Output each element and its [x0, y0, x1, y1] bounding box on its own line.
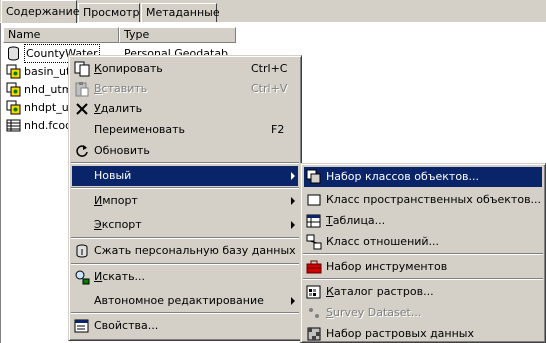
mnemonic: К [326, 285, 334, 298]
feature-class-icon [307, 194, 321, 206]
tab-strip: Содержание Просмотр Метаданные [0, 0, 546, 23]
submenu-item-feature-dataset[interactable]: Набор классов объектов... [304, 167, 542, 187]
properties-icon [74, 319, 89, 333]
submenu-item-toolbox[interactable]: Набор инструментов [304, 257, 542, 277]
submenu-item-raster-dataset[interactable]: Набор растровых данных [304, 324, 542, 343]
raster-dataset-icon [307, 327, 321, 341]
submenu-item-feature-class[interactable]: Класс пространственных объектов... [304, 190, 542, 210]
arccatalog-window: Содержание Просмотр Метаданные Name Type… [0, 0, 546, 343]
menu-item-compact-database[interactable]: Сжать персональную базу данных [72, 241, 298, 261]
menu-item-label: мпорт [102, 194, 138, 207]
menu-item-label: кспорт [101, 218, 142, 231]
menu-separator [303, 253, 543, 255]
menu-item-refresh[interactable]: Обновить [72, 141, 298, 161]
menu-item-properties[interactable]: Свойства... [72, 316, 298, 336]
menu-item-label: аталог растров... [333, 285, 434, 298]
menu-item-search[interactable]: Искать... [72, 267, 298, 287]
tab-contents[interactable]: Содержание [1, 0, 80, 23]
menu-item-label: Класс пространственных объектов... [326, 193, 542, 206]
menu-item-label: далить [100, 102, 143, 115]
menu-item-label: скать... [102, 270, 146, 283]
tab-metadata[interactable]: Метаданные [141, 3, 220, 22]
menu-item-export[interactable]: Экспорт [72, 215, 298, 235]
menu-item-label: Свойства... [94, 319, 159, 332]
menu-item-label: Набор инструментов [326, 260, 448, 273]
submenu-item-raster-catalog[interactable]: Каталог растров... [304, 282, 542, 302]
menu-separator [71, 162, 299, 164]
submenu-arrow-icon [291, 172, 295, 180]
shortcut-label: Ctrl+V [251, 82, 288, 95]
mnemonic: И [94, 270, 103, 283]
shortcut-label: Ctrl+C [251, 62, 288, 75]
feature-dataset-icon [6, 100, 21, 115]
menu-item-import[interactable]: Импорт [72, 191, 298, 211]
mnemonic: К [94, 62, 102, 75]
menu-item-label: ставить [101, 82, 148, 95]
refresh-icon [76, 145, 88, 157]
menu-item-label: Класс отношений... [326, 235, 440, 248]
menu-item-label: Набор классов объектов... [326, 170, 480, 183]
menu-item-delete[interactable]: Удалить [72, 99, 298, 119]
mnemonic: Т [326, 214, 333, 227]
item-name: nhd_utm [24, 83, 73, 96]
mnemonic: Э [94, 218, 102, 231]
submenu-arrow-icon [291, 197, 295, 205]
submenu-new: Набор классов объектов... Класс простран… [300, 163, 546, 343]
shortcut-label: F2 [271, 123, 285, 136]
menu-item-offline-editing[interactable]: Автономное редактирование [72, 291, 298, 311]
menu-item-new[interactable]: Новый [72, 166, 298, 186]
menu-item-label: Сжать персональную базу данных [94, 244, 296, 257]
table-icon [6, 119, 21, 132]
menu-item-label: Обновить [94, 144, 150, 157]
menu-separator [71, 312, 299, 314]
column-header-type[interactable]: Type [119, 27, 236, 43]
mnemonic: И [94, 194, 103, 207]
submenu-arrow-icon [291, 221, 295, 229]
mnemonic: В [94, 82, 102, 95]
menu-item-rename[interactable]: Переименовать F2 [72, 120, 298, 140]
mnemonic: У [94, 102, 101, 115]
menu-separator [71, 237, 299, 239]
table-icon [306, 214, 321, 228]
raster-catalog-icon [306, 285, 321, 299]
menu-item-label: аблица... [332, 214, 386, 227]
menu-separator [71, 187, 299, 189]
geodatabase-icon [8, 46, 19, 61]
delete-icon [76, 103, 88, 115]
menu-item-copy[interactable]: Копировать Ctrl+C [72, 59, 298, 79]
feature-dataset-icon [6, 64, 21, 79]
column-header-name[interactable]: Name [3, 27, 119, 43]
menu-separator [71, 263, 299, 265]
submenu-item-survey-dataset[interactable]: Survey Dataset... [304, 303, 542, 323]
menu-item-label: Новый [94, 169, 132, 182]
compact-database-icon [76, 244, 88, 258]
relationship-class-icon [306, 234, 322, 250]
search-icon [75, 270, 90, 285]
mnemonic: S [326, 306, 333, 319]
paste-icon [75, 82, 89, 97]
copy-icon [74, 61, 90, 77]
tab-preview[interactable]: Просмотр [78, 3, 140, 22]
submenu-arrow-icon [291, 297, 295, 305]
feature-dataset-icon [6, 82, 21, 97]
menu-item-label: Набор растровых данных [326, 327, 474, 340]
menu-item-label: опировать [101, 62, 163, 75]
submenu-item-table[interactable]: Таблица... [304, 211, 542, 231]
context-menu: Копировать Ctrl+C Вставить Ctrl+V Удалит… [68, 55, 302, 341]
menu-item-label: Автономное редактирование [94, 294, 264, 307]
menu-item-paste[interactable]: Вставить Ctrl+V [72, 79, 298, 99]
survey-dataset-icon [309, 308, 319, 318]
submenu-item-relationship-class[interactable]: Класс отношений... [304, 232, 542, 252]
menu-separator [303, 278, 543, 280]
toolbox-icon [306, 260, 322, 274]
feature-dataset-icon [306, 169, 321, 184]
menu-item-label: Переименовать [94, 123, 186, 136]
menu-item-label: urvey Dataset... [332, 306, 422, 319]
